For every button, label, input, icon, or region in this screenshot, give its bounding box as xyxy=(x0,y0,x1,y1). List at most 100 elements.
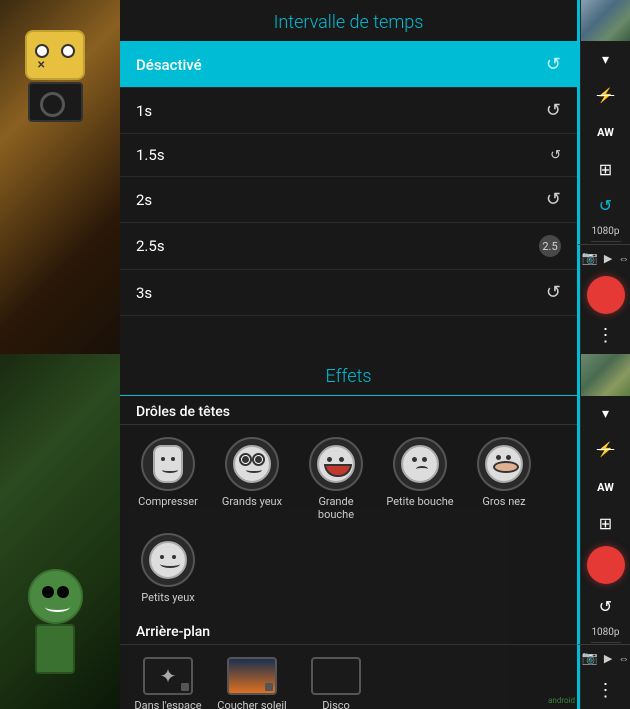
bottom-menu-panel: Effets Drôles de têtes Compresser xyxy=(120,354,577,709)
sunset-label: Coucher soleil xyxy=(217,699,286,709)
auto-white-balance-icon: AW xyxy=(597,126,614,139)
chevron-down-icon: ▾ xyxy=(602,52,609,68)
alien-eye-left xyxy=(42,586,54,598)
compresser-icon xyxy=(141,437,195,491)
alien-smile xyxy=(45,602,70,612)
effect-grands-yeux[interactable]: Grands yeux xyxy=(212,433,292,525)
chevron-down-icon-bottom: ▾ xyxy=(602,406,609,422)
bottom-camera-preview xyxy=(0,354,120,709)
robot-swirl xyxy=(40,92,65,117)
auto-white-balance-icon-bottom: AW xyxy=(597,481,614,494)
more-icon-bottom: ⋮ xyxy=(597,680,615,701)
photo-mode-icon[interactable]: 📷 xyxy=(582,251,598,266)
menu-item-2s[interactable]: 2s ↺ xyxy=(120,177,577,223)
bottom-thumbnail[interactable] xyxy=(581,354,630,396)
effect-grande-bouche[interactable]: Grande bouche xyxy=(296,433,376,525)
record-btn-bottom[interactable] xyxy=(587,546,625,584)
petits-yeux-icon xyxy=(141,533,195,587)
photo-mode-icon-bottom[interactable]: 📷 xyxy=(582,651,598,666)
menu-item-label-25s: 2.5s xyxy=(136,237,165,255)
record-button-bottom[interactable] xyxy=(581,546,630,584)
bottom-menu-title: Effets xyxy=(136,366,561,387)
espace-icon: ✦ xyxy=(143,657,193,695)
petits-yeux-label: Petits yeux xyxy=(141,591,194,604)
top-menu-header: Intervalle de temps xyxy=(120,0,577,42)
effects-grid: Compresser Grands yeux xyxy=(120,425,577,616)
top-menu-title: Intervalle de temps xyxy=(136,12,561,33)
gros-nez-icon xyxy=(477,437,531,491)
filter-button[interactable]: ⊞ xyxy=(581,151,630,187)
auto-white-balance-button-bottom[interactable]: AW xyxy=(581,469,630,506)
effects-section: Drôles de têtes Compresser xyxy=(120,396,577,709)
menu-item-label-1s: 1s xyxy=(136,102,152,120)
robot-eye-left xyxy=(35,44,49,58)
filter-button-bottom[interactable]: ⊞ xyxy=(581,505,630,542)
menu-item-25s[interactable]: 2.5s 2.5 xyxy=(120,223,577,270)
flash-off-icon: ⚡ xyxy=(597,88,614,104)
bg-espace[interactable]: ✦ Dans l'espace xyxy=(128,653,208,709)
top-right-sidebar: ▾ ⚡ AW ⊞ ↺ 1080p 📷 ▶ ⇔ ⋮ xyxy=(580,0,630,354)
interval-icon: ↺ xyxy=(599,196,612,215)
record-btn-top[interactable] xyxy=(587,276,625,314)
grands-yeux-icon xyxy=(225,437,279,491)
petite-bouche-icon xyxy=(393,437,447,491)
robot-eye-right xyxy=(61,44,75,58)
video-mode-icon-bottom[interactable]: ▶ xyxy=(604,652,612,665)
interval-icon-bottom[interactable]: ↺ xyxy=(581,588,630,625)
menu-item-label-3s: 3s xyxy=(136,284,152,302)
flash-off-button[interactable]: ⚡ xyxy=(581,78,630,114)
timer-icon-3s: ↺ xyxy=(546,282,561,303)
flash-off-button-bottom[interactable]: ⚡ xyxy=(581,432,630,469)
sidebar-divider-top xyxy=(591,241,621,242)
espace-label: Dans l'espace xyxy=(134,699,201,709)
top-menu-panel: Intervalle de temps Désactivé ↺ 1s ↺ 1.5… xyxy=(120,0,577,354)
auto-white-balance-button[interactable]: AW xyxy=(581,114,630,150)
more-icon-top: ⋮ xyxy=(597,325,615,346)
effect-petits-yeux[interactable]: Petits yeux xyxy=(128,529,208,608)
video-mode-icon[interactable]: ▶ xyxy=(604,252,612,265)
menu-item-1s[interactable]: 1s ↺ xyxy=(120,88,577,134)
more-options-bottom[interactable]: ⋮ xyxy=(581,672,630,709)
arriere-plan-section-header: Arrière-plan xyxy=(120,616,577,645)
android-watermark: android xyxy=(548,696,575,705)
timer-icon-25s: 2.5 xyxy=(539,235,561,257)
robot-x: ✕ xyxy=(37,60,45,71)
resolution-badge-bottom: 1080p xyxy=(591,625,619,640)
robot-toy: ✕ xyxy=(15,30,95,130)
record-button-top[interactable] xyxy=(581,276,630,314)
more-options-top[interactable]: ⋮ xyxy=(581,318,630,354)
effect-compresser[interactable]: Compresser xyxy=(128,433,208,525)
filter-icon-bottom: ⊞ xyxy=(599,514,612,533)
sunset-icon xyxy=(227,657,277,695)
chevron-bottom-icon[interactable]: ▾ xyxy=(581,396,630,433)
bg-sunset[interactable]: Coucher soleil xyxy=(212,653,292,709)
menu-item-15s[interactable]: 1.5s ↺ xyxy=(120,134,577,177)
timer-icon-1s: ↺ xyxy=(546,100,561,121)
menu-item-3s[interactable]: 3s ↺ xyxy=(120,270,577,316)
backgrounds-grid: ✦ Dans l'espace Coucher soleil xyxy=(120,645,577,709)
interval-active-button[interactable]: ↺ xyxy=(581,187,630,223)
disco-label: Disco xyxy=(322,699,350,709)
compresser-label: Compresser xyxy=(138,495,198,508)
bottom-menu-header: Effets xyxy=(120,354,577,396)
wideangle-icon[interactable]: ⇔ xyxy=(618,252,629,265)
resolution-badge-top: 1080p xyxy=(591,224,619,239)
bg-disco[interactable]: Disco xyxy=(296,653,376,709)
timer-icon-2s: ↺ xyxy=(546,189,561,210)
grande-bouche-icon xyxy=(309,437,363,491)
petite-bouche-label: Petite bouche xyxy=(386,495,453,508)
timer-icon-desactive: ↺ xyxy=(546,54,561,75)
menu-item-desactive[interactable]: Désactivé ↺ xyxy=(120,42,577,88)
chevron-top-icon[interactable]: ▾ xyxy=(581,41,630,77)
bottom-panel: Effets Drôles de têtes Compresser xyxy=(0,354,630,709)
top-panel: ✕ Intervalle de temps Désactivé ↺ 1s ↺ 1… xyxy=(0,0,630,354)
top-thumbnail[interactable] xyxy=(581,0,630,41)
sidebar-divider-bottom xyxy=(591,642,621,643)
interval-timer-icon-bottom: ↺ xyxy=(599,597,612,616)
effect-petite-bouche[interactable]: Petite bouche xyxy=(380,433,460,525)
effect-gros-nez[interactable]: Gros nez xyxy=(464,433,544,525)
alien-toy xyxy=(10,569,100,689)
menu-item-label-2s: 2s xyxy=(136,191,152,209)
wideangle-icon-bottom[interactable]: ⇔ xyxy=(618,652,629,665)
grande-bouche-label: Grande bouche xyxy=(300,495,372,521)
